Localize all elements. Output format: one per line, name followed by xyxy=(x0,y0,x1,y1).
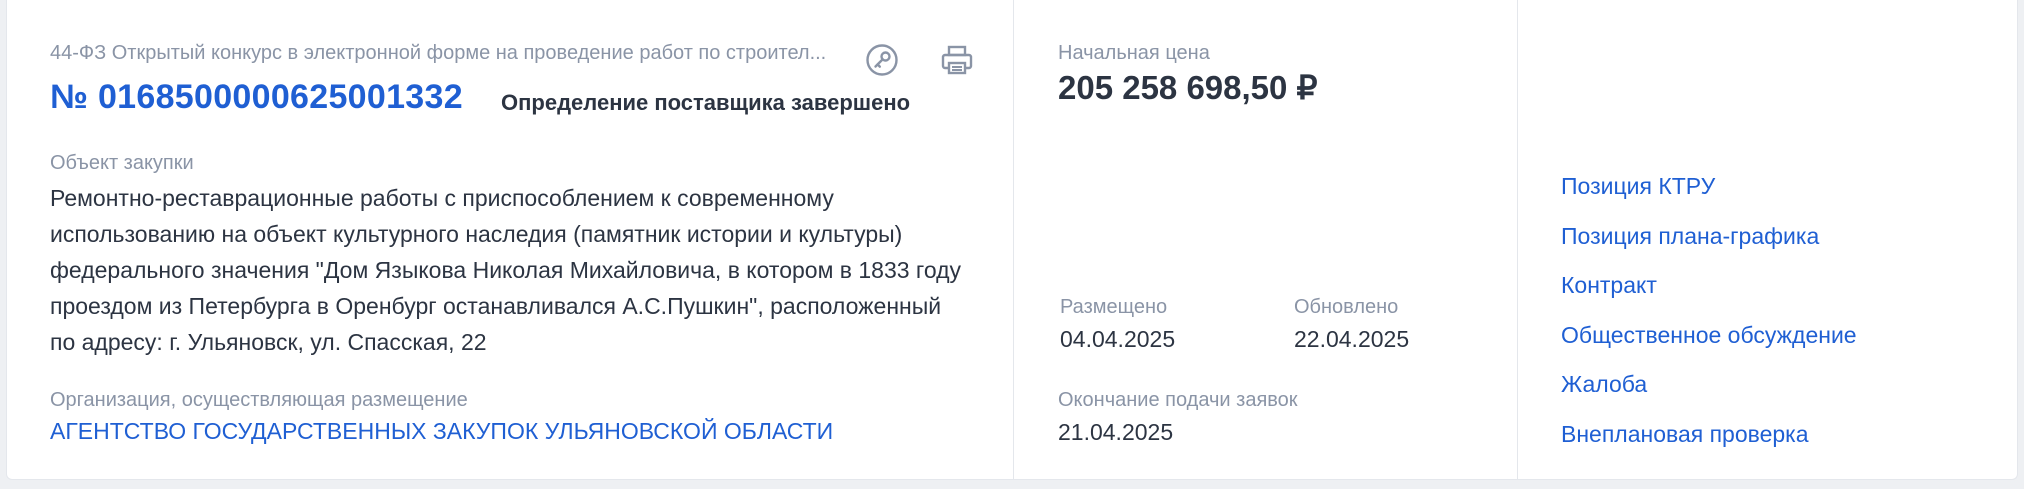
procurement-main-section: 44-ФЗ Открытый конкурс в электронной фор… xyxy=(7,0,1014,479)
related-links-list: Позиция КТРУ Позиция плана-графика Контр… xyxy=(1561,170,1857,468)
price-dates-section: Начальная цена 205 258 698,50 ₽ Размещен… xyxy=(1014,0,1518,479)
link-unscheduled-inspection[interactable]: Внеплановая проверка xyxy=(1561,418,1857,468)
key-icon[interactable] xyxy=(862,40,902,80)
link-contract[interactable]: Контракт xyxy=(1561,269,1857,319)
registry-number-link[interactable]: № 0168500000625001332 xyxy=(50,78,463,117)
initial-price-value: 205 258 698,50 ₽ xyxy=(1058,69,1318,106)
deadline-value: 21.04.2025 xyxy=(1058,419,1174,445)
link-public-discussion[interactable]: Общественное обсуждение xyxy=(1561,319,1857,369)
printer-icon[interactable] xyxy=(937,40,977,80)
placed-date-label: Размещено xyxy=(1060,296,1168,318)
related-links-section: Позиция КТРУ Позиция плана-графика Контр… xyxy=(1518,0,2017,479)
procurement-card: 44-ФЗ Открытый конкурс в электронной фор… xyxy=(6,0,2018,480)
link-plan-schedule-position[interactable]: Позиция плана-графика xyxy=(1561,220,1857,270)
organization-link[interactable]: АГЕНТСТВО ГОСУДАРСТВЕННЫХ ЗАКУПОК УЛЬЯНО… xyxy=(50,418,833,445)
status-text: Определение поставщика завершено xyxy=(501,90,911,115)
updated-date-label: Обновлено xyxy=(1294,296,1399,318)
initial-price-label: Начальная цена xyxy=(1058,42,1210,64)
link-complaint[interactable]: Жалоба xyxy=(1561,368,1857,418)
object-description: Ремонтно-реставрационные работы с приспо… xyxy=(50,185,962,355)
object-label: Объект закупки xyxy=(50,152,194,174)
updated-date-value: 22.04.2025 xyxy=(1294,326,1410,352)
placed-date-value: 04.04.2025 xyxy=(1060,326,1176,352)
deadline-label: Окончание подачи заявок xyxy=(1058,389,1298,411)
organization-label: Организация, осуществляющая размещение xyxy=(50,389,468,411)
procurement-type: 44-ФЗ Открытый конкурс в электронной фор… xyxy=(50,42,827,64)
link-ktru-position[interactable]: Позиция КТРУ xyxy=(1561,170,1857,220)
